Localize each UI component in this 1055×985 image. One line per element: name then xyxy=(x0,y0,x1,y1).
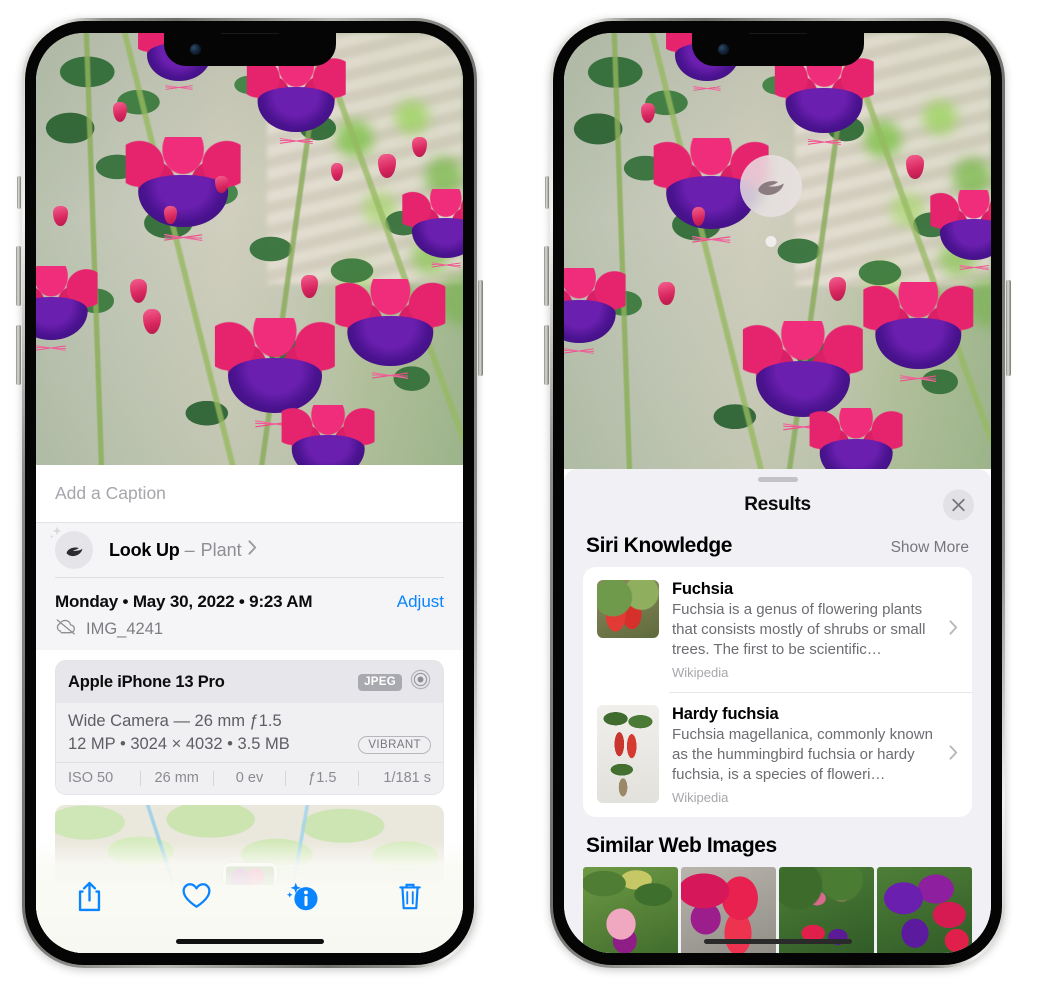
siri-knowledge-title: Siri Knowledge xyxy=(586,534,733,557)
photo-metadata-block: Monday • May 30, 2022 • 9:23 AM Adjust I… xyxy=(36,578,463,650)
photo-date: Monday • May 30, 2022 • 9:23 AM xyxy=(55,592,313,611)
info-button[interactable] xyxy=(250,881,357,912)
silent-switch[interactable] xyxy=(17,176,21,209)
hardy-fuchsia-thumbnail xyxy=(597,704,659,803)
share-button[interactable] xyxy=(36,881,143,913)
similar-web-images-header: Similar Web Images xyxy=(564,817,991,867)
photo-view[interactable] xyxy=(36,33,463,465)
list-item-title: Hardy fuchsia xyxy=(672,704,779,723)
exif-row: ISO 50 26 mm 0 ev ƒ1.5 1/181 s xyxy=(56,762,443,794)
delete-button[interactable] xyxy=(356,881,463,912)
list-item-description: Fuchsia magellanica, commonly known as t… xyxy=(672,725,933,783)
left-phone-bezel: Add a Caption Look Up – Plant Monday • M… xyxy=(25,21,474,965)
right-phone-bezel: Results Siri Knowledge Show More Fuchsia… xyxy=(553,21,1002,965)
exif-aperture: ƒ1.5 xyxy=(308,770,337,786)
camera-model: Apple iPhone 13 Pro xyxy=(68,672,225,691)
adjust-button[interactable]: Adjust xyxy=(397,592,444,612)
list-item-source: Wikipedia xyxy=(672,789,729,805)
list-item-title: Fuchsia xyxy=(672,580,733,598)
earpiece-speaker xyxy=(746,33,809,34)
visual-lookup-anchor-dot xyxy=(765,235,777,247)
notch xyxy=(691,33,864,66)
look-up-block: Look Up – Plant xyxy=(36,523,463,578)
list-item-description: Fuchsia is a genus of flowering plants t… xyxy=(672,601,926,658)
web-image-tile[interactable] xyxy=(877,866,972,953)
results-sheet: Results Siri Knowledge Show More Fuchsia… xyxy=(564,469,991,953)
photo-info-sheet: Add a Caption Look Up – Plant Monday • M… xyxy=(36,465,463,953)
notch xyxy=(163,33,336,66)
fuchsia-thumbnail xyxy=(597,580,659,638)
look-up-label: Look Up xyxy=(109,539,180,560)
volume-up-button[interactable] xyxy=(16,246,21,306)
camera-lens-line: Wide Camera — 26 mm ƒ1.5 xyxy=(68,712,282,730)
photographic-style-badge: VIBRANT xyxy=(358,735,431,754)
web-image-tile[interactable] xyxy=(583,866,678,953)
camera-info-card[interactable]: Apple iPhone 13 Pro JPEG Wide Camera — 2… xyxy=(55,660,444,795)
exif-iso: ISO 50 xyxy=(68,770,114,786)
list-item[interactable]: Hardy fuchsia Fuchsia magellanica, commo… xyxy=(583,691,972,817)
left-phone-screen: Add a Caption Look Up – Plant Monday • M… xyxy=(36,33,463,953)
visual-lookup-leaf-badge[interactable] xyxy=(740,155,803,218)
look-up-subject: Plant xyxy=(200,539,242,560)
caption-placeholder: Add a Caption xyxy=(55,483,166,503)
front-camera-icon xyxy=(717,44,729,55)
left-phone-frame: Add a Caption Look Up – Plant Monday • M… xyxy=(16,18,483,968)
results-title: Results xyxy=(744,494,811,515)
caption-field-row[interactable]: Add a Caption xyxy=(36,465,463,523)
exif-exposure: 0 ev xyxy=(235,770,264,786)
side-power-button[interactable] xyxy=(1006,280,1011,376)
screenshot-stage: Add a Caption Look Up – Plant Monday • M… xyxy=(0,0,1055,985)
exif-shutter: 1/181 s xyxy=(383,770,431,786)
sparkle-icon xyxy=(49,526,62,539)
volume-up-button[interactable] xyxy=(544,246,549,306)
look-up-dash: – xyxy=(184,539,195,560)
format-badge: JPEG xyxy=(358,673,402,691)
photo-filename: IMG_4241 xyxy=(86,620,164,638)
volume-down-button[interactable] xyxy=(16,325,21,385)
cloud-slash-icon xyxy=(55,619,77,640)
side-power-button[interactable] xyxy=(478,280,483,376)
camera-aperture-icon xyxy=(410,669,431,695)
exif-focal: 26 mm xyxy=(154,770,199,786)
show-more-button[interactable]: Show More xyxy=(891,539,969,557)
silent-switch[interactable] xyxy=(545,176,549,209)
close-icon[interactable] xyxy=(943,489,974,521)
favorite-button[interactable] xyxy=(143,881,250,910)
right-phone-screen: Results Siri Knowledge Show More Fuchsia… xyxy=(564,33,991,953)
toolbar-fade xyxy=(36,841,463,867)
look-up-row[interactable]: Look Up – Plant xyxy=(49,523,444,577)
photo-view[interactable] xyxy=(564,33,991,469)
chevron-right-icon xyxy=(949,745,958,765)
chevron-right-icon xyxy=(949,620,958,640)
similar-web-images-title: Similar Web Images xyxy=(586,833,777,857)
home-indicator[interactable] xyxy=(175,939,324,944)
list-item[interactable]: Fuchsia Fuchsia is a genus of flowering … xyxy=(583,567,972,692)
camera-specs-line: 12 MP • 3024 × 4032 • 3.5 MB xyxy=(68,735,290,753)
home-indicator[interactable] xyxy=(703,939,852,944)
earpiece-speaker xyxy=(218,33,281,34)
front-camera-icon xyxy=(189,44,201,55)
right-phone-frame: Results Siri Knowledge Show More Fuchsia… xyxy=(544,18,1011,968)
volume-down-button[interactable] xyxy=(544,325,549,385)
chevron-right-icon xyxy=(248,540,257,560)
siri-knowledge-card: Fuchsia Fuchsia is a genus of flowering … xyxy=(583,567,972,817)
siri-knowledge-header: Siri Knowledge Show More xyxy=(564,528,991,567)
results-header: Results xyxy=(564,482,991,528)
list-item-source: Wikipedia xyxy=(672,664,729,680)
